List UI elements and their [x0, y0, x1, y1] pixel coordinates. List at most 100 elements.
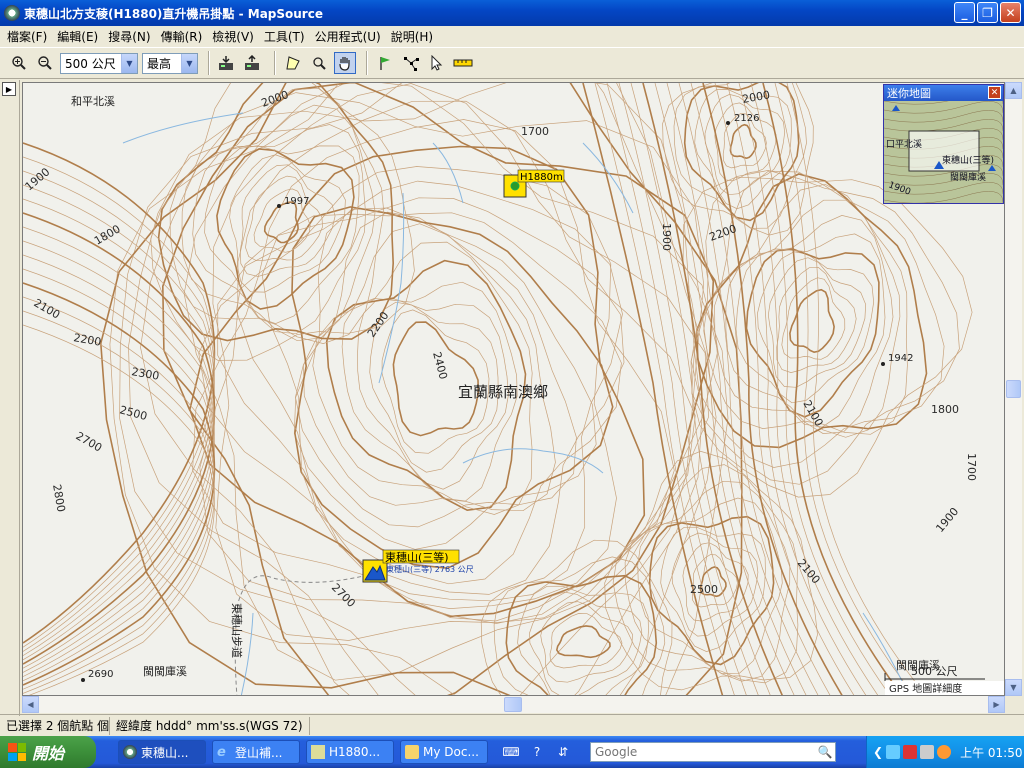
minimap-map[interactable]: 東穗山(三等) 口平北溪 閩閩庫溪 1900: [884, 101, 1003, 203]
zoom-tool-button[interactable]: [308, 52, 330, 74]
system-tray: ❮ 上午 01:50: [866, 736, 1024, 768]
scroll-down-button[interactable]: ▼: [1005, 679, 1022, 696]
minimap-panel[interactable]: 迷你地圖 ✕ 東穗山(三等) 口平北溪 閩閩庫溪 1900: [883, 84, 1004, 204]
menu-file[interactable]: 檔案(F): [2, 28, 52, 45]
topographic-map[interactable]: 和平北溪 閩閩庫溪 閩閩庫溪 東穗山步道 宜蘭縣南澳鄉 1700 1900 1800…: [23, 83, 1005, 696]
waypoint-dot-icon: [510, 181, 520, 191]
vertical-scrollbar[interactable]: ▲ ▼: [1005, 82, 1022, 696]
zoom-out-button[interactable]: [34, 52, 56, 74]
spot-height-dot: [726, 121, 730, 125]
send-to-device-button[interactable]: [242, 52, 264, 74]
language-icon[interactable]: ⇵: [552, 741, 574, 763]
keyboard-icon[interactable]: ⌨: [500, 741, 522, 763]
ruler-icon: [453, 59, 473, 67]
start-button[interactable]: 開始: [0, 736, 96, 768]
menu-edit[interactable]: 編輯(E): [52, 28, 103, 45]
close-button[interactable]: ✕: [1000, 2, 1021, 23]
send-to-device-icon: [245, 55, 259, 70]
search-icon[interactable]: 🔍: [815, 745, 835, 759]
scroll-right-button[interactable]: ▶: [988, 696, 1005, 713]
menu-transfer[interactable]: 傳輸(R): [156, 28, 208, 45]
start-label: 開始: [32, 744, 65, 763]
task-label: H1880...: [329, 745, 381, 759]
toolbar-separator: [208, 51, 210, 75]
task-my-documents[interactable]: My Doc...: [400, 740, 488, 764]
maximize-button[interactable]: ❐: [977, 2, 998, 23]
scroll-left-button[interactable]: ◀: [22, 696, 39, 713]
spot-height-dot: [277, 204, 281, 208]
receive-from-device-button[interactable]: [216, 52, 238, 74]
folder-icon: [405, 745, 419, 759]
hand-tool-button[interactable]: [334, 52, 356, 74]
minimap-title[interactable]: 迷你地圖: [884, 85, 1003, 101]
horizontal-scrollbar[interactable]: ◀ ▶: [22, 696, 1005, 713]
map-tool-button[interactable]: [282, 52, 304, 74]
selection-tool-button[interactable]: [426, 52, 448, 74]
zoom-out-icon: [38, 56, 52, 70]
help-icon[interactable]: ?: [526, 741, 548, 763]
spot-height-dot: [881, 362, 885, 366]
detail-select-value: 最高: [147, 56, 172, 71]
spot-height: 2126: [734, 113, 759, 124]
internet-explorer-icon: e: [217, 745, 226, 760]
menu-search[interactable]: 搜尋(N): [103, 28, 155, 45]
menu-tools[interactable]: 工具(T): [259, 28, 310, 45]
route-tool-button[interactable]: [400, 52, 422, 74]
menu-view[interactable]: 檢視(V): [207, 28, 259, 45]
volume-icon[interactable]: [920, 745, 935, 759]
cursor-arrow-icon: [431, 55, 443, 71]
google-search-input[interactable]: [591, 743, 815, 761]
windows-logo-icon: [8, 743, 26, 761]
status-bar: 已選擇 2 個航點 個 經緯度 hddd° mm'ss.s(WGS 72): [0, 714, 1024, 736]
toolbar-separator: [274, 51, 276, 75]
side-panel: ▶: [0, 80, 20, 716]
horizontal-scroll-thumb[interactable]: [504, 697, 522, 712]
chevron-down-icon[interactable]: ▼: [121, 53, 137, 73]
coordinate-format: 經緯度 hddd° mm'ss.s(WGS 72): [110, 716, 310, 735]
contour-label: 1700: [521, 125, 549, 138]
waypoint-tool-button[interactable]: [374, 52, 396, 74]
waypoint-label: H1880m: [520, 172, 563, 183]
task-h1880[interactable]: ⁣ H1880...: [306, 740, 394, 764]
minimize-button[interactable]: _: [954, 2, 975, 23]
window-title: 東穗山北方支稜(H1880)直升機吊掛點 - MapSource: [24, 6, 323, 21]
trail-label: 東穗山步道: [230, 603, 244, 658]
expand-panel-button[interactable]: ▶: [2, 82, 16, 96]
map-view[interactable]: 和平北溪 閩閩庫溪 閩閩庫溪 東穗山步道 宜蘭縣南澳鄉 1700 1900 1800…: [22, 82, 1005, 696]
google-search-box[interactable]: 🔍: [590, 742, 836, 762]
scale-select[interactable]: 500 公尺 ▼: [60, 52, 138, 74]
messenger-icon[interactable]: [937, 745, 952, 759]
task-browser[interactable]: e 登山補...: [212, 740, 300, 764]
zoom-in-button[interactable]: [8, 52, 30, 74]
antivirus-icon[interactable]: [903, 745, 918, 759]
distance-tool-button[interactable]: [452, 52, 474, 74]
zoom-tool-icon: [313, 57, 326, 70]
menu-help[interactable]: 說明(H): [386, 28, 438, 45]
chevron-down-icon[interactable]: ▼: [181, 53, 197, 73]
menu-utilities[interactable]: 公用程式(U): [310, 28, 386, 45]
minimap-close-button[interactable]: ✕: [988, 86, 1001, 99]
summit-sublabel: 東穗山(三等) 2763 公尺: [386, 564, 474, 574]
window-title-bar[interactable]: 東穗山北方支稜(H1880)直升機吊掛點 - MapSource _ ❐ ✕: [0, 0, 1024, 26]
task-label: 東穗山...: [141, 745, 189, 760]
mapsource-app-icon[interactable]: [4, 5, 20, 21]
contour-label: 1700: [965, 453, 978, 481]
document-icon: ⁣: [311, 745, 325, 759]
selection-status: 已選擇 2 個航點 個: [0, 716, 110, 735]
task-label: My Doc...: [423, 745, 479, 759]
scroll-up-button[interactable]: ▲: [1005, 82, 1022, 99]
contour-label: 1800: [931, 403, 959, 416]
contour-label: 2500: [690, 583, 718, 596]
taskbar: 開始 東穗山... e 登山補... ⁣ H1880... My Doc... …: [0, 736, 1024, 768]
tray-expand-icon[interactable]: ❮: [873, 745, 883, 759]
network-icon[interactable]: [886, 745, 901, 759]
minimap-label: 口平北溪: [886, 138, 922, 150]
hand-icon: [339, 57, 350, 71]
spot-height: 1997: [284, 196, 309, 207]
receive-from-device-icon: [219, 56, 233, 70]
task-mapsource[interactable]: 東穗山...: [118, 740, 206, 764]
detail-select[interactable]: 最高 ▼: [142, 52, 198, 74]
vertical-scroll-thumb[interactable]: [1006, 380, 1021, 398]
minimap-label: 閩閩庫溪: [950, 171, 986, 183]
task-label: 登山補...: [235, 745, 283, 760]
